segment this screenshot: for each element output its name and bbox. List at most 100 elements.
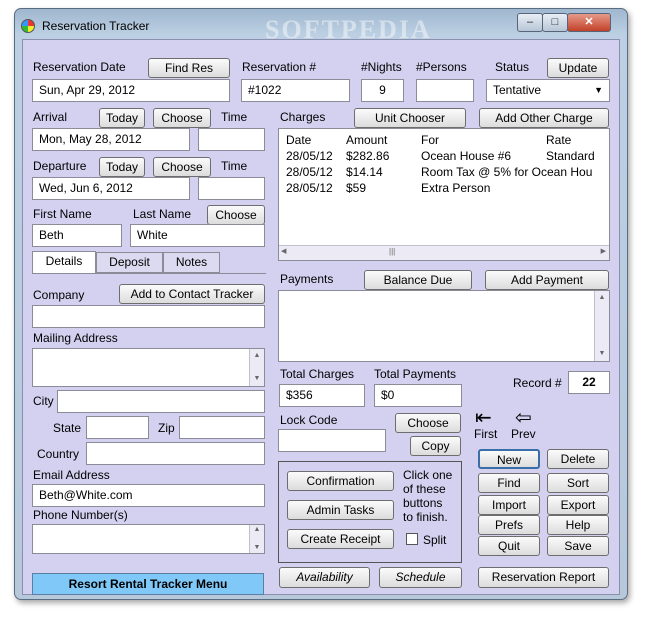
admin-tasks-button[interactable]: Admin Tasks <box>287 500 394 520</box>
first-label[interactable]: First <box>474 427 497 441</box>
copy-button[interactable]: Copy <box>410 436 461 456</box>
reservation-date-field[interactable]: Sun, Apr 29, 2012 <box>32 79 230 102</box>
previous-record-icon[interactable]: ⇦ <box>515 408 532 428</box>
import-button[interactable]: Import <box>478 495 540 515</box>
maximize-button[interactable]: □ <box>542 13 568 32</box>
export-button[interactable]: Export <box>547 495 609 515</box>
update-button[interactable]: Update <box>547 58 609 78</box>
departure-date-field[interactable]: Wed, Jun 6, 2012 <box>32 177 190 200</box>
mailing-scrollbar[interactable]: ▲ ▼ <box>249 349 264 386</box>
balance-due-button[interactable]: Balance Due <box>364 270 472 290</box>
last-name-field[interactable]: White <box>130 224 265 247</box>
state-field[interactable] <box>86 416 149 439</box>
nights-field[interactable]: 9 <box>361 79 404 102</box>
scroll-down-icon[interactable]: ▼ <box>250 372 264 386</box>
email-field[interactable]: Beth@White.com <box>32 484 265 507</box>
total-charges-field: $356 <box>279 384 365 407</box>
lock-code-label: Lock Code <box>280 413 338 427</box>
add-other-charge-button[interactable]: Add Other Charge <box>479 108 609 128</box>
status-select-value: Tentative <box>493 83 542 97</box>
scrollbar-thumb-grip-icon[interactable]: ||| <box>389 247 399 258</box>
country-label: Country <box>37 447 80 461</box>
new-button[interactable]: New <box>478 449 540 469</box>
add-to-contact-tracker-button[interactable]: Add to Contact Tracker <box>119 284 265 304</box>
city-field[interactable] <box>57 390 265 413</box>
scroll-up-icon[interactable]: ▲ <box>595 291 609 305</box>
scroll-up-icon[interactable]: ▲ <box>250 525 264 537</box>
payments-list[interactable]: ▲ ▼ <box>278 290 610 362</box>
resort-rental-tracker-menu-button[interactable]: Resort Rental Tracker Menu <box>32 573 264 595</box>
availability-button[interactable]: Availability <box>279 567 370 588</box>
persons-field[interactable] <box>416 79 474 102</box>
reservation-number-field[interactable]: #1022 <box>241 79 350 102</box>
split-checkbox[interactable] <box>406 533 418 545</box>
add-payment-button[interactable]: Add Payment <box>485 270 609 290</box>
tab-details[interactable]: Details <box>32 251 96 273</box>
arrival-date-field[interactable]: Mon, May 28, 2012 <box>32 128 190 151</box>
charges-list[interactable]: Date Amount For Rate 28/05/12 $282.86 Oc… <box>278 128 610 261</box>
first-name-field[interactable]: Beth <box>32 224 122 247</box>
arrival-today-button[interactable]: Today <box>99 108 145 128</box>
table-row[interactable]: 28/05/12 $282.86 Ocean House #6 Standard <box>286 149 609 165</box>
reservation-number-label: Reservation # <box>242 60 317 74</box>
table-row[interactable]: 28/05/12 $14.14 Room Tax @ 5% for Ocean … <box>286 165 609 181</box>
zip-field[interactable] <box>179 416 265 439</box>
tab-notes[interactable]: Notes <box>163 252 220 273</box>
minimize-button[interactable]: – <box>517 13 543 32</box>
arrival-time-field[interactable] <box>198 128 265 151</box>
reservation-report-button[interactable]: Reservation Report <box>478 567 609 588</box>
total-payments-label: Total Payments <box>374 367 457 381</box>
app-window: Reservation Tracker SOFTPEDIA – □ ✕ Rese… <box>14 8 628 600</box>
close-button[interactable]: ✕ <box>567 13 611 32</box>
chevron-down-icon: ▼ <box>594 85 603 95</box>
phone-label: Phone Number(s) <box>33 508 128 522</box>
departure-time-field[interactable] <box>198 177 265 200</box>
status-select[interactable]: Tentative ▼ <box>486 79 610 102</box>
unit-chooser-button[interactable]: Unit Chooser <box>354 108 466 128</box>
charges-header-rate: Rate <box>546 133 572 147</box>
tab-deposit[interactable]: Deposit <box>96 252 163 273</box>
scroll-left-icon[interactable]: ◀ <box>281 247 286 255</box>
phone-scrollbar[interactable]: ▲ ▼ <box>249 525 264 553</box>
prefs-button[interactable]: Prefs <box>478 515 540 535</box>
find-button[interactable]: Find <box>478 473 540 493</box>
help-button[interactable]: Help <box>547 515 609 535</box>
confirmation-button[interactable]: Confirmation <box>287 471 394 491</box>
quit-button[interactable]: Quit <box>478 536 540 556</box>
charge-for: Extra Person <box>421 181 491 195</box>
departure-today-button[interactable]: Today <box>99 157 145 177</box>
record-number-field[interactable]: 22 <box>568 371 610 394</box>
save-button[interactable]: Save <box>547 536 609 556</box>
name-choose-button[interactable]: Choose <box>207 205 265 225</box>
title-bar[interactable]: Reservation Tracker SOFTPEDIA – □ ✕ <box>15 9 627 44</box>
mailing-address-field[interactable]: ▲ ▼ <box>32 348 265 387</box>
company-field[interactable] <box>32 305 265 328</box>
phone-field[interactable]: ▲ ▼ <box>32 524 265 554</box>
scroll-down-icon[interactable]: ▼ <box>595 347 609 361</box>
sort-button[interactable]: Sort <box>547 473 609 493</box>
country-field[interactable] <box>86 442 265 465</box>
departure-choose-button[interactable]: Choose <box>153 157 211 177</box>
first-record-icon[interactable]: ⇤ <box>475 408 492 428</box>
city-label: City <box>33 394 54 408</box>
schedule-button[interactable]: Schedule <box>379 567 462 588</box>
prev-label[interactable]: Prev <box>511 427 536 441</box>
finish-hint-line-4: to finish. <box>403 510 448 524</box>
lock-code-field[interactable] <box>278 429 386 452</box>
scroll-down-icon[interactable]: ▼ <box>250 541 264 553</box>
charge-amount: $59 <box>346 181 367 195</box>
payments-scrollbar[interactable]: ▲ ▼ <box>594 291 609 361</box>
charges-label: Charges <box>280 110 326 124</box>
charges-horizontal-scrollbar[interactable]: ◀ ||| ▶ <box>279 245 609 260</box>
total-charges-label: Total Charges <box>280 367 355 381</box>
lock-choose-button[interactable]: Choose <box>395 413 461 433</box>
delete-button[interactable]: Delete <box>547 449 609 469</box>
create-receipt-button[interactable]: Create Receipt <box>287 529 394 549</box>
find-res-button[interactable]: Find Res <box>148 58 230 78</box>
persons-label: #Persons <box>416 60 467 74</box>
first-name-label: First Name <box>33 207 92 221</box>
arrival-choose-button[interactable]: Choose <box>153 108 211 128</box>
scroll-right-icon[interactable]: ▶ <box>601 247 606 255</box>
scroll-up-icon[interactable]: ▲ <box>250 349 264 363</box>
table-row[interactable]: 28/05/12 $59 Extra Person <box>286 181 609 197</box>
